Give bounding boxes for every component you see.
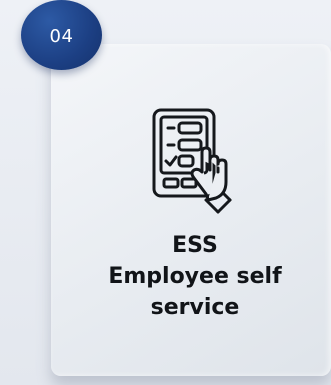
card-title-line1: Employee self [108,264,282,289]
touch-screen-checklist-icon [152,108,232,218]
card-title: ESS Employee self service [60,230,330,323]
card-title-line2: service [150,295,240,320]
step-number-badge: 04 [21,0,102,70]
step-number: 04 [49,25,74,47]
card-acronym: ESS [172,233,218,258]
